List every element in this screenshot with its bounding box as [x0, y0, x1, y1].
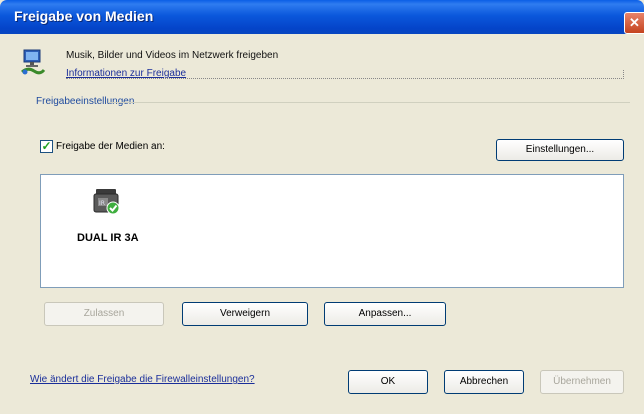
device-name[interactable]: DUAL IR 3A	[77, 232, 139, 244]
settings-button[interactable]: Einstellungen...	[496, 139, 624, 161]
close-icon[interactable]: ✕	[624, 12, 644, 34]
media-sharing-dialog: Freigabe von Medien ✕ Musik, Bilder und …	[0, 0, 644, 414]
apply-button[interactable]: Übernehmen	[540, 370, 624, 394]
customize-button[interactable]: Anpassen...	[324, 302, 446, 326]
settings-group-divider	[108, 102, 630, 103]
cancel-button[interactable]: Abbrechen	[444, 370, 524, 394]
svg-text:IR: IR	[99, 200, 105, 207]
ok-button[interactable]: OK	[348, 370, 428, 394]
deny-button[interactable]: Verweigern	[182, 302, 308, 326]
firewall-info-link[interactable]: Wie ändert die Freigabe die Firewalleins…	[30, 374, 255, 385]
network-sharing-icon	[20, 48, 46, 76]
media-device-allowed-icon[interactable]: IR	[93, 186, 121, 216]
share-media-checkbox[interactable]: ✓	[40, 140, 53, 153]
share-media-checkbox-label[interactable]: Freigabe der Medien an:	[56, 141, 165, 152]
sharing-info-link[interactable]: Informationen zur Freigabe	[66, 68, 186, 79]
window-title: Freigabe von Medien	[14, 8, 154, 24]
title-bar[interactable]: Freigabe von Medien ✕	[0, 0, 644, 34]
device-list[interactable]: IR DUAL IR 3A	[40, 174, 624, 288]
allow-button[interactable]: Zulassen	[44, 302, 164, 326]
header-description: Musik, Bilder und Videos im Netzwerk fre…	[66, 50, 279, 61]
